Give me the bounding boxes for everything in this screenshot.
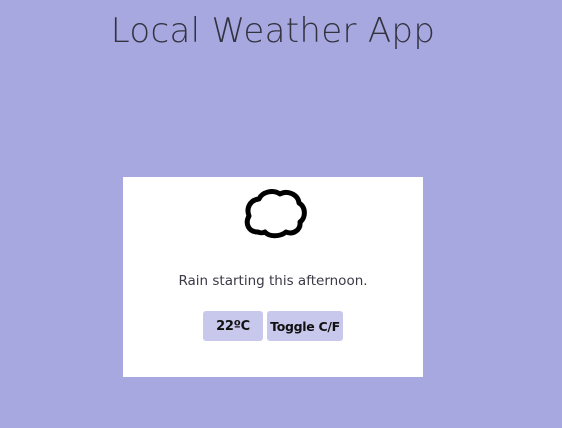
temperature-button[interactable]: 22ºC — [203, 311, 263, 341]
weather-card: Rain starting this afternoon. 22ºC Toggl… — [123, 177, 423, 377]
cloud-icon — [242, 188, 308, 244]
page-title: Local Weather App — [110, 11, 436, 51]
toggle-units-button[interactable]: Toggle C/F — [267, 311, 343, 341]
temperature-controls: 22ºC Toggle C/F — [203, 311, 343, 341]
weather-description: Rain starting this afternoon. — [178, 273, 368, 289]
